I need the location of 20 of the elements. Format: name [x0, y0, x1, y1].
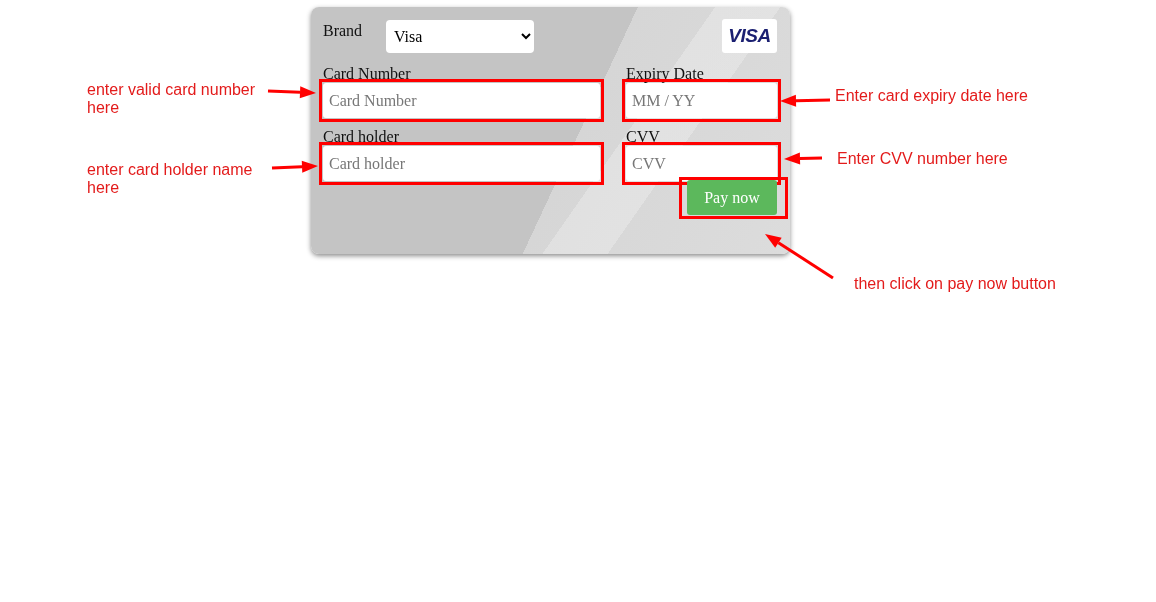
- field-label: Card Number: [323, 65, 412, 83]
- annotation-text: Enter card expiry date here: [835, 87, 1028, 105]
- card-logo: VISA: [722, 19, 777, 53]
- annotation-text: Enter CVV number here: [837, 150, 1008, 168]
- input-field[interactable]: Card Number: [323, 83, 600, 118]
- input-field[interactable]: Card holder: [323, 146, 600, 181]
- annotation-text: then click on pay now button: [854, 275, 1056, 293]
- arrow: [271, 160, 318, 173]
- brand-select[interactable]: Visa: [386, 20, 534, 53]
- annotation-text: enter valid card number here: [87, 81, 257, 117]
- input-field[interactable]: CVV: [626, 146, 777, 181]
- brand-label: Brand: [323, 21, 364, 40]
- field-label: Expiry Date: [626, 65, 705, 83]
- arrow: [765, 234, 834, 280]
- arrow: [267, 86, 316, 99]
- field-label: CVV: [626, 128, 661, 146]
- arrow: [784, 152, 823, 165]
- field-label: Card holder: [323, 128, 400, 146]
- input-field[interactable]: MM / YY: [626, 83, 777, 118]
- annotation-text: enter card holder name here: [87, 161, 254, 197]
